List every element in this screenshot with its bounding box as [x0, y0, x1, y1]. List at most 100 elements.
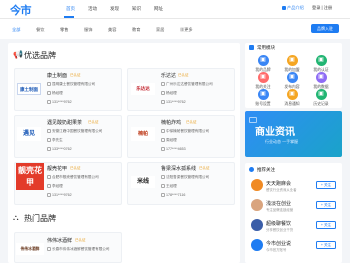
module-icon: [249, 45, 254, 50]
tool-item[interactable]: ▣ 我的加盟: [282, 55, 302, 73]
category-more-label: 更多: [184, 27, 193, 32]
person-desc: 专注品牌连锁经营: [266, 208, 294, 212]
avatar[interactable]: [251, 219, 263, 231]
person-name[interactable]: 今市创业说: [266, 240, 291, 247]
company-line: 安徽江峰中国餐饮管理有限公司: [47, 129, 102, 134]
contact-text: 周经理: [166, 138, 177, 142]
tool-icon: ▣: [315, 89, 327, 100]
brand-name: 楠帕炸鸡: [161, 120, 182, 126]
star-icon: [249, 167, 254, 172]
company-text: 沈阳鲁梁餐饮管理有限公司: [166, 175, 210, 179]
contact-line: 王经理: [161, 184, 177, 189]
site-logo[interactable]: 今市: [10, 2, 32, 18]
company-text: 广州乐达达餐饮管理有限公司: [166, 82, 213, 86]
user-icon: [47, 184, 51, 189]
tool-icon: ▣: [286, 72, 298, 83]
user-icon: [161, 184, 165, 189]
brand-logo: 遇见: [17, 127, 41, 141]
phone-line: 131****9762: [47, 100, 72, 105]
category-home[interactable]: 家居: [156, 27, 164, 33]
login-register-link[interactable]: 登录 | 注册: [312, 5, 332, 11]
brand-logo: 康土制面: [17, 83, 41, 95]
brand-logo: 米线: [131, 176, 155, 188]
tool-icon: ▣: [257, 55, 269, 66]
brand-join-button[interactable]: 品牌入驻: [311, 24, 339, 33]
product-intro-label: 产品介绍: [287, 5, 304, 10]
follow-button[interactable]: + 关注: [316, 221, 336, 229]
building-icon: [161, 82, 165, 87]
nav-discover[interactable]: 发现: [110, 6, 119, 12]
person-name[interactable]: 浅淡在创业: [266, 200, 291, 207]
tool-icon: ▣: [257, 72, 269, 83]
phone-line: 131****9762: [161, 100, 186, 105]
follow-button[interactable]: + 关注: [316, 241, 336, 249]
brand-name: 靓壳花甲: [47, 166, 68, 172]
company-line: 昆明康土餐饮管理有限公司: [47, 82, 95, 87]
tool-item[interactable]: ▣ 我的关注: [253, 72, 273, 90]
tool-icon: ▣: [257, 89, 269, 100]
avatar[interactable]: [251, 199, 263, 211]
nav-home[interactable]: 首页: [66, 6, 75, 12]
recommend-title: 推荐关注: [257, 167, 275, 172]
company-text: 长春市伟伟冰酒鲜餐饮管理有限公司: [52, 247, 110, 251]
tool-item[interactable]: ▣ 消息通知: [282, 89, 302, 107]
tool-item[interactable]: ▣ 发布内容: [282, 72, 302, 90]
contact-line: 李先生: [47, 138, 63, 143]
person-name[interactable]: 天天跑麻会: [266, 180, 291, 187]
brand-name: 鲁梁深水孤系线: [161, 166, 197, 172]
nav-sites[interactable]: 网址: [154, 6, 163, 12]
banner-subtext: 行业动态 一手掌握: [265, 139, 299, 144]
user-icon: [161, 138, 165, 143]
verified-badge: 已认证: [199, 166, 210, 170]
newspaper-icon: [249, 117, 257, 123]
tool-label: 历史记录: [313, 102, 329, 106]
category-clothing[interactable]: 服饰: [84, 27, 92, 33]
category-retail[interactable]: 零售: [60, 27, 68, 33]
tools-title: 常用模块: [257, 45, 275, 50]
company-text: 安徽江峰中国餐饮管理有限公司: [52, 129, 103, 133]
company-line: 沈阳鲁梁餐饮管理有限公司: [161, 175, 209, 180]
phone-icon: [161, 100, 165, 105]
person-name[interactable]: 超级聊餐饮: [266, 220, 291, 227]
category-food[interactable]: 餐饮: [36, 27, 44, 33]
category-bar: [0, 19, 350, 39]
tool-item[interactable]: ▣ 账号设置: [253, 89, 273, 107]
category-more[interactable]: ▦更多: [180, 27, 193, 33]
phone-text: 131****9762: [52, 100, 72, 104]
category-education[interactable]: 教育: [132, 27, 140, 33]
contact-text: 王经理: [166, 184, 177, 188]
avatar[interactable]: [251, 239, 263, 251]
follow-button[interactable]: + 关注: [316, 181, 336, 189]
nav-activity[interactable]: 活动: [88, 6, 97, 12]
building-icon: [161, 175, 165, 180]
tool-icon: ▣: [315, 72, 327, 83]
avatar[interactable]: [251, 179, 263, 191]
tool-item[interactable]: ▣ 我的品牌: [253, 55, 273, 73]
news-banner[interactable]: 商业资讯 行业动态 一手掌握: [245, 111, 342, 157]
contact-text: 李经理: [52, 184, 63, 188]
category-beauty[interactable]: 美容: [108, 27, 116, 33]
nav-knowledge[interactable]: 知识: [132, 6, 141, 12]
building-icon: [47, 247, 51, 252]
user-icon: [47, 138, 51, 143]
tool-icon: ▣: [286, 89, 298, 100]
phone-line: 131****9762: [47, 193, 72, 198]
company-line: 中徐楠帕餐饮管理有限公司: [161, 129, 209, 134]
tool-icon: ▣: [315, 55, 327, 66]
company-line: 长春市伟伟冰酒鲜餐饮管理有限公司: [47, 247, 110, 252]
brand-logo: 楠帕: [131, 127, 155, 141]
tool-item[interactable]: ▣ 我的数据: [311, 72, 331, 90]
product-intro-link[interactable]: 产品介绍: [282, 5, 304, 11]
verified-badge: 已认证: [70, 73, 81, 77]
tool-item[interactable]: ▣ 历史记录: [311, 89, 331, 107]
contact-line: 杨经理: [161, 91, 177, 96]
tool-label: 消息通知: [284, 102, 300, 106]
category-all[interactable]: 全部: [12, 27, 20, 33]
fire-icon: ⛬: [13, 213, 19, 222]
building-icon: [161, 129, 165, 134]
follow-button[interactable]: + 关注: [316, 201, 336, 209]
verified-badge: 已认证: [70, 166, 81, 170]
brand-name: 康土制面: [47, 73, 68, 79]
tool-item[interactable]: ▣ 我的认证: [311, 55, 331, 73]
phone-text: 178****7116: [166, 193, 186, 197]
